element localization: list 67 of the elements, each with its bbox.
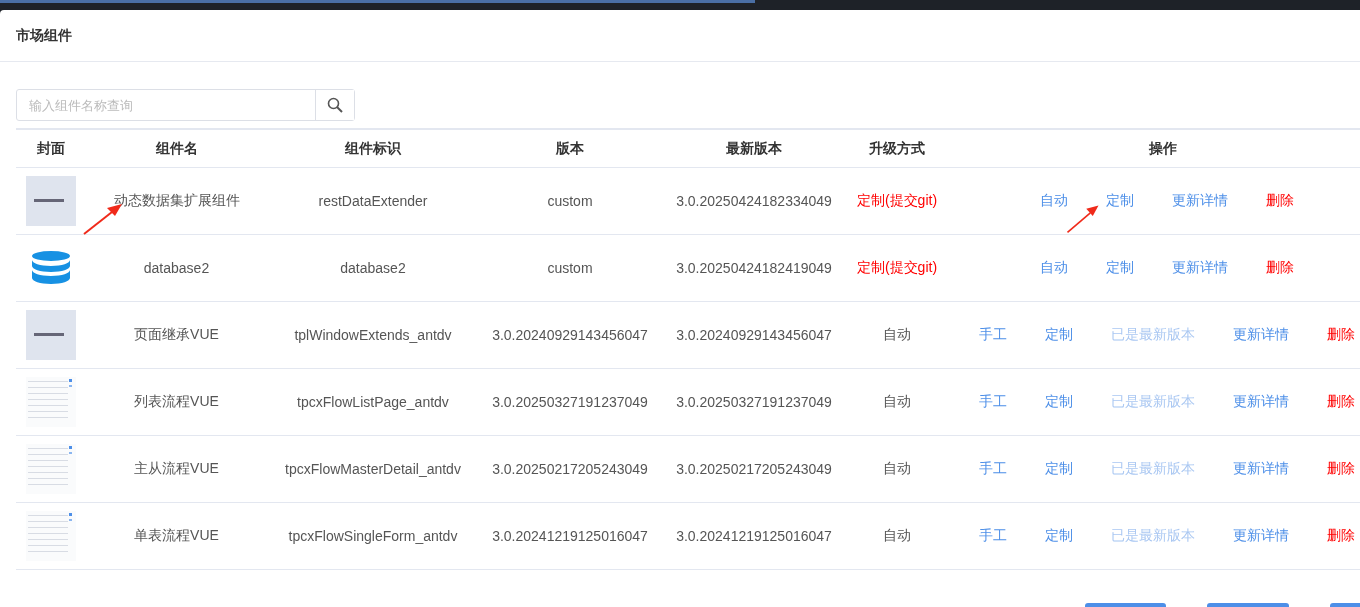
table-cell-text: 3.0.20250217205243049: [675, 461, 833, 477]
column-header: 最新版本: [725, 139, 783, 158]
table-cell-text: 自动: [882, 460, 912, 478]
table-cell-text: 动态数据集扩展组件: [112, 192, 241, 210]
action-link[interactable]: 定制: [1106, 259, 1134, 277]
column-header: 升级方式: [868, 139, 926, 158]
table-cell-text: 3.0.20250327191237049: [675, 394, 833, 410]
action-link[interactable]: 定制: [1045, 527, 1073, 545]
table-cell-text: 列表流程VUE: [133, 393, 220, 411]
dialog-title: 市场组件: [16, 26, 72, 45]
cover-thumbnail: [25, 176, 76, 226]
action-link[interactable]: 手工: [979, 326, 1007, 344]
action-link[interactable]: 定制: [1045, 326, 1073, 344]
table-cell-text: 自动: [882, 326, 912, 344]
table-cell-text: database2: [339, 260, 407, 276]
action-link[interactable]: 更新详情: [1233, 527, 1289, 545]
action-link[interactable]: 更新详情: [1233, 393, 1289, 411]
table-cell-text: custom: [546, 260, 594, 276]
table-cell-text: restDataExtender: [317, 193, 429, 209]
column-header: 组件标识: [344, 139, 402, 158]
delete-link[interactable]: 删除: [1327, 326, 1355, 344]
table-cell-text: 自动: [882, 527, 912, 545]
table-cell-text: 3.0.20250424182419049: [675, 260, 833, 276]
table-cell-text: 3.0.20250424182334049: [675, 193, 833, 209]
action-link[interactable]: 定制: [1106, 192, 1134, 210]
column-header: 组件名: [154, 139, 199, 158]
action-link[interactable]: 更新详情: [1233, 326, 1289, 344]
search-icon: [327, 97, 343, 113]
table-cell-text: 3.0.20241219125016047: [491, 528, 649, 544]
action-link[interactable]: 手工: [979, 460, 1007, 478]
delete-link[interactable]: 删除: [1327, 460, 1355, 478]
delete-link[interactable]: 删除: [1266, 259, 1294, 277]
delete-link[interactable]: 删除: [1266, 192, 1294, 210]
action-link[interactable]: 更新详情: [1172, 192, 1228, 210]
search-field[interactable]: 输入组件名称查询: [16, 89, 355, 121]
table-cell-text: 定制(提交git): [855, 192, 939, 210]
action-link[interactable]: 自动: [1040, 259, 1068, 277]
delete-link[interactable]: 删除: [1327, 527, 1355, 545]
column-header: 操作: [1148, 139, 1178, 158]
cover-thumbnail: [25, 310, 76, 360]
table-cell-text: 3.0.20240929143456047: [675, 327, 833, 343]
delete-link[interactable]: 删除: [1327, 393, 1355, 411]
action-link[interactable]: 定制: [1045, 460, 1073, 478]
table-cell-text: 页面继承VUE: [133, 326, 220, 344]
table-cell-text: tpcxFlowMasterDetail_antdv: [284, 461, 462, 477]
table-cell-text: 定制(提交git): [855, 259, 939, 277]
action-link[interactable]: 定制: [1045, 393, 1073, 411]
column-header: 封面: [35, 139, 66, 158]
action-link[interactable]: 手工: [979, 527, 1007, 545]
table-cell-text: 单表流程VUE: [133, 527, 220, 545]
table-cell-text: 自动: [882, 393, 912, 411]
table-cell-text: 3.0.20250327191237049: [491, 394, 649, 410]
action-link[interactable]: 更新详情: [1172, 259, 1228, 277]
table-cell-text: 主从流程VUE: [133, 460, 220, 478]
table-cell-text: tpcxFlowListPage_antdv: [296, 394, 450, 410]
column-header: 版本: [555, 139, 585, 158]
action-link[interactable]: 手工: [979, 393, 1007, 411]
table-cell-text: tpcxFlowSingleForm_antdv: [287, 528, 459, 544]
action-link[interactable]: 更新详情: [1233, 460, 1289, 478]
table-cell-text: 3.0.20240929143456047: [491, 327, 649, 343]
action-link[interactable]: 自动: [1040, 192, 1068, 210]
table-cell-text: database2: [142, 260, 211, 276]
table-cell-text: tplWindowExtends_antdv: [293, 327, 453, 343]
table-cell-text: 3.0.20241219125016047: [675, 528, 833, 544]
table-cell-text: custom: [546, 193, 594, 209]
database-icon: [30, 251, 71, 285]
table-cell-text: 3.0.20250217205243049: [491, 461, 649, 477]
